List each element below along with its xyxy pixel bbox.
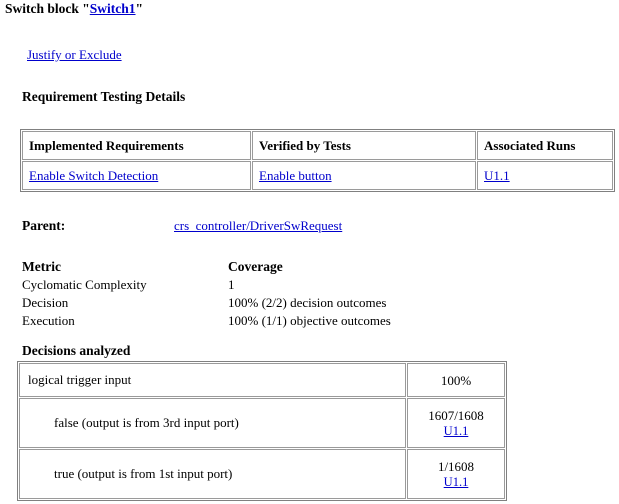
table-row: Enable Switch Detection Enable button U1… xyxy=(22,161,613,190)
page-title: Switch block "Switch1" xyxy=(5,1,143,17)
decision-description: false (output is from 3rd input port) xyxy=(19,398,406,448)
coverage-metrics-list: Metric Coverage Cyclomatic Complexity 1 … xyxy=(22,258,442,330)
decision-run-link[interactable]: U1.1 xyxy=(444,424,469,438)
page-title-prefix: Switch block " xyxy=(5,1,90,16)
column-header-verified-by-tests: Verified by Tests xyxy=(252,131,476,160)
metrics-header-metric: Metric xyxy=(22,259,61,274)
table-row: false (output is from 3rd input port) 16… xyxy=(19,398,505,448)
parent-label: Parent: xyxy=(22,218,66,233)
decision-value: 1/1608 xyxy=(437,458,475,474)
requirement-testing-table: Implemented Requirements Verified by Tes… xyxy=(20,129,615,192)
decision-value-cell: 1607/1608 U1.1 xyxy=(407,398,505,448)
table-row: true (output is from 1st input port) 1/1… xyxy=(19,449,505,499)
parent-path-link[interactable]: crs_controller/DriverSwRequest xyxy=(174,218,342,233)
enable-switch-detection-link[interactable]: Enable Switch Detection xyxy=(29,168,158,183)
page-title-suffix: " xyxy=(135,1,144,16)
justify-or-exclude-container: Justify or Exclude xyxy=(27,47,122,63)
metric-coverage-value: 100% (2/2) decision outcomes xyxy=(228,295,387,310)
requirement-table-inner: Implemented Requirements Verified by Tes… xyxy=(21,130,614,191)
decision-value: 100% xyxy=(440,372,472,388)
parent-value-container: crs_controller/DriverSwRequest xyxy=(174,218,342,234)
cell-implemented-requirement: Enable Switch Detection xyxy=(22,161,251,190)
metric-name: Decision xyxy=(22,295,69,310)
cell-verified-by-test: Enable button xyxy=(252,161,476,190)
decision-value: 1607/1608 xyxy=(428,407,484,423)
metric-coverage-value: 100% (1/1) objective outcomes xyxy=(228,313,391,328)
metric-name: Execution xyxy=(22,313,75,328)
metric-row-execution: Execution 100% (1/1) objective outcomes xyxy=(22,312,442,330)
metric-coverage-value: 1 xyxy=(228,277,235,292)
decision-value-cell: 1/1608 U1.1 xyxy=(407,449,505,499)
metrics-header-row: Metric Coverage xyxy=(22,258,442,276)
metrics-header-coverage: Coverage xyxy=(228,259,283,274)
metric-name: Cyclomatic Complexity xyxy=(22,277,147,292)
enable-button-link[interactable]: Enable button xyxy=(259,168,332,183)
switch-block-link[interactable]: Switch1 xyxy=(90,1,136,16)
table-row: logical trigger input 100% xyxy=(19,363,505,397)
decision-value-cell: 100% xyxy=(407,363,505,397)
column-header-implemented-requirements: Implemented Requirements xyxy=(22,131,251,160)
associated-run-link[interactable]: U1.1 xyxy=(484,168,510,183)
cell-associated-run: U1.1 xyxy=(477,161,613,190)
decisions-table-inner: logical trigger input 100% false (output… xyxy=(18,362,506,500)
decisions-analyzed-heading: Decisions analyzed xyxy=(22,343,131,358)
decision-description: logical trigger input xyxy=(19,363,406,397)
decision-description: true (output is from 1st input port) xyxy=(19,449,406,499)
decisions-analyzed-table: logical trigger input 100% false (output… xyxy=(17,361,507,501)
column-header-associated-runs: Associated Runs xyxy=(477,131,613,160)
metric-row-cyclomatic-complexity: Cyclomatic Complexity 1 xyxy=(22,276,442,294)
metric-row-decision: Decision 100% (2/2) decision outcomes xyxy=(22,294,442,312)
requirement-testing-details-heading: Requirement Testing Details xyxy=(22,89,186,104)
decision-run-link[interactable]: U1.1 xyxy=(444,475,469,489)
justify-or-exclude-link[interactable]: Justify or Exclude xyxy=(27,47,122,62)
table-header-row: Implemented Requirements Verified by Tes… xyxy=(22,131,613,160)
